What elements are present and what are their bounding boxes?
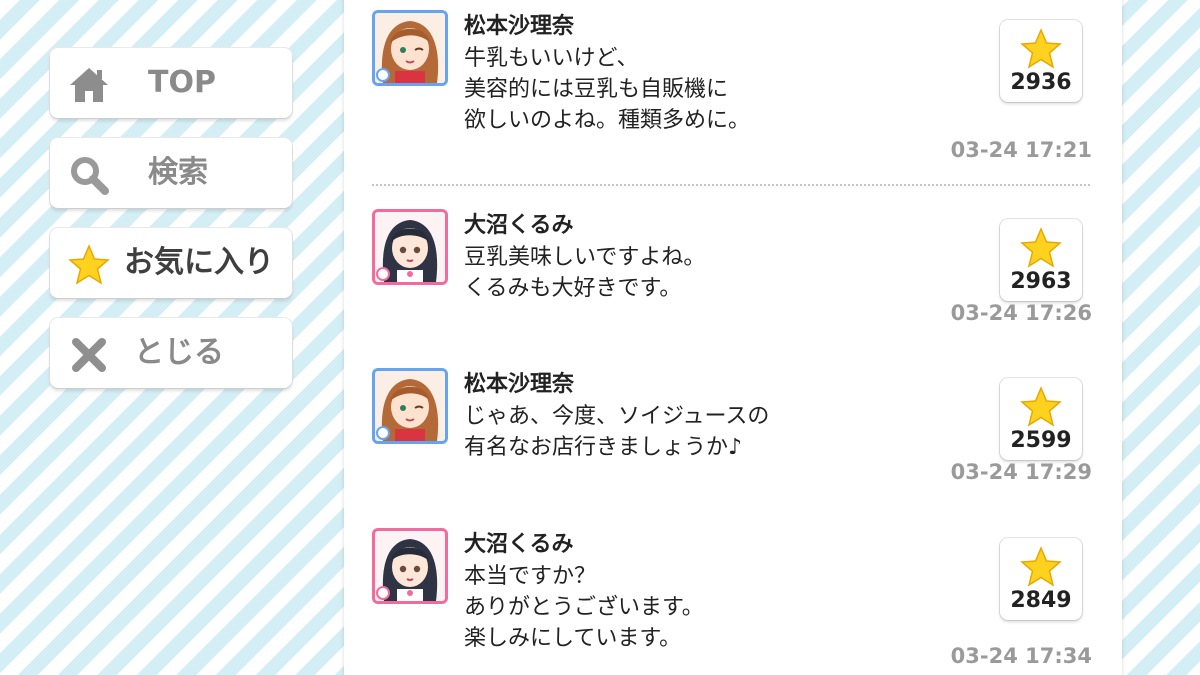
- like-count: 2936: [1010, 70, 1072, 95]
- top-button-label: TOP: [148, 65, 216, 100]
- message-text: じゃあ、今度、ソイジュースの 有名なお店行きましょうか♪: [464, 404, 770, 460]
- top-button[interactable]: TOP: [50, 48, 292, 118]
- timestamp: 03-24 17:34: [950, 644, 1092, 668]
- avatar[interactable]: [372, 209, 448, 285]
- search-icon: [71, 157, 109, 195]
- like-button[interactable]: 2963: [1000, 219, 1082, 301]
- like-button[interactable]: 2936: [1000, 20, 1082, 102]
- favorites-button-label: お気に入り: [124, 245, 274, 280]
- message-text: 牛乳もいいけど、 美容的には豆乳も自販機に 欲しいのよね。種類多めに。: [464, 46, 751, 133]
- favorites-button[interactable]: お気に入り: [50, 228, 292, 298]
- avatar[interactable]: [372, 368, 448, 444]
- divider: [372, 184, 1090, 186]
- type-badge: [376, 68, 390, 82]
- star-icon: [68, 244, 110, 285]
- search-button[interactable]: 検索: [50, 138, 292, 208]
- home-icon: [70, 68, 108, 102]
- star-icon: [1020, 227, 1062, 268]
- sender-name: 大沼くるみ: [464, 213, 574, 238]
- message-text: 本当ですか？ ありがとうございます。 楽しみにしています。: [464, 564, 704, 651]
- avatar[interactable]: [372, 528, 448, 604]
- timestamp: 03-24 17:26: [950, 301, 1092, 325]
- sender-name: 大沼くるみ: [464, 532, 574, 557]
- close-button-label: とじる: [134, 335, 224, 370]
- avatar[interactable]: [372, 10, 448, 86]
- type-badge: [376, 267, 390, 281]
- type-badge: [376, 586, 390, 600]
- search-button-label: 検索: [148, 155, 208, 190]
- like-button[interactable]: 2599: [1000, 378, 1082, 460]
- sender-name: 松本沙理奈: [464, 372, 575, 397]
- sender-name: 松本沙理奈: [464, 14, 575, 39]
- like-button[interactable]: 2849: [1000, 538, 1082, 620]
- timestamp: 03-24 17:29: [950, 460, 1092, 484]
- timestamp: 03-24 17:21: [950, 138, 1092, 162]
- like-count: 2849: [1010, 588, 1072, 613]
- star-icon: [1020, 546, 1062, 587]
- like-count: 2963: [1010, 269, 1072, 294]
- type-badge: [376, 426, 390, 440]
- close-button[interactable]: とじる: [50, 318, 292, 388]
- star-icon: [1020, 386, 1062, 427]
- star-icon: [1020, 28, 1062, 69]
- close-icon: [72, 338, 106, 372]
- like-count: 2599: [1010, 428, 1072, 453]
- message-panel[interactable]: 松本沙理奈 牛乳もいいけど、 美容的には豆乳も自販機に 欲しいのよね。種類多めに…: [344, 0, 1122, 675]
- message-text: 豆乳美味しいですよね。 くるみも大好きです。: [464, 245, 706, 301]
